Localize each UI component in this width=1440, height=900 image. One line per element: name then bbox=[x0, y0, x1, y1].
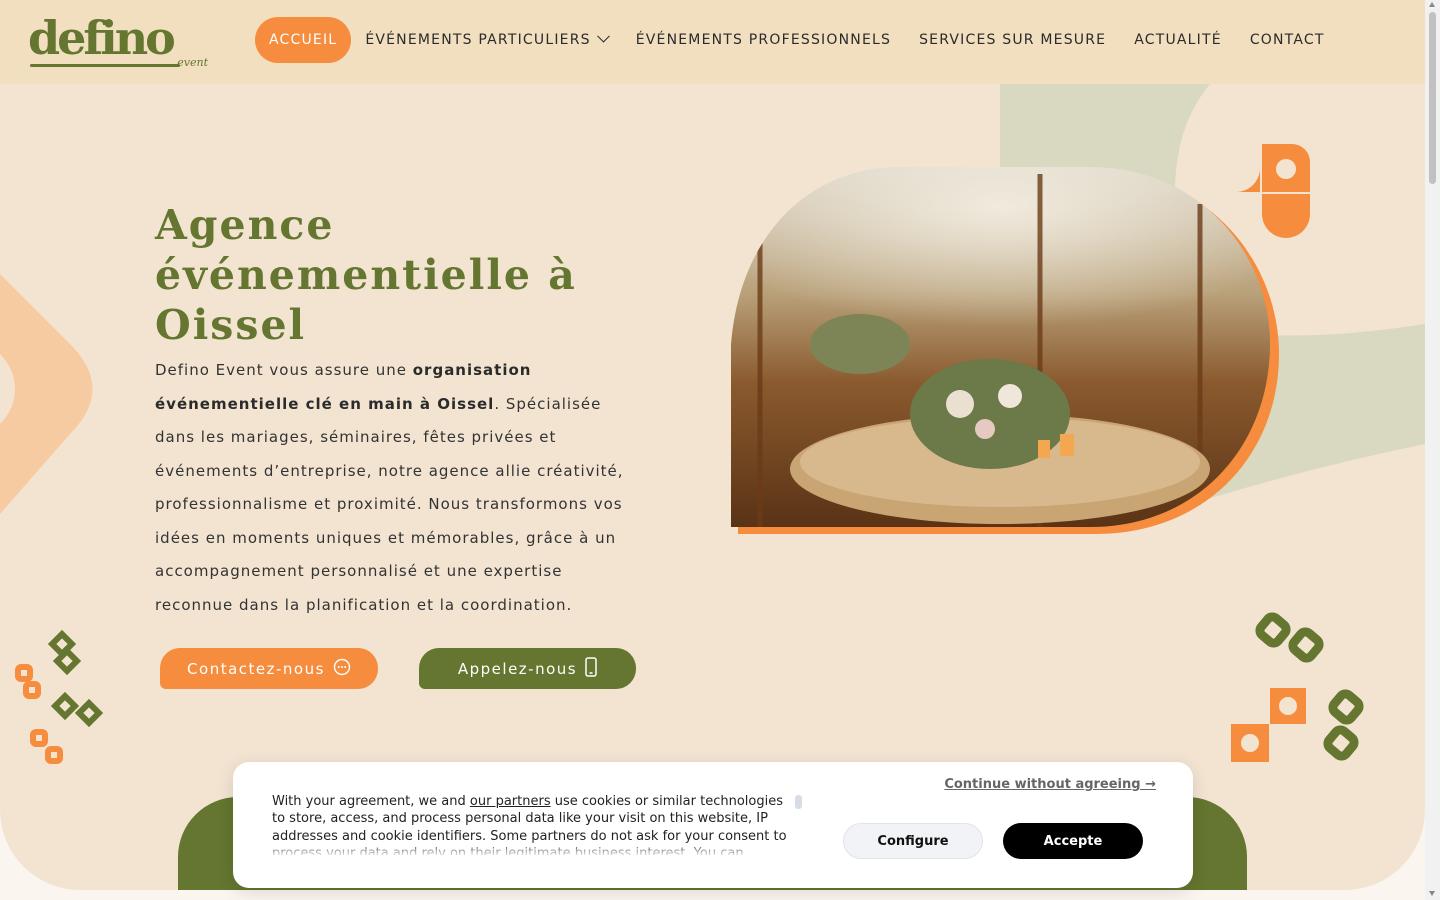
contact-button[interactable]: Contactez-nous bbox=[160, 648, 378, 689]
cookie-text-fade bbox=[272, 840, 802, 858]
right-orange-clusters bbox=[1231, 688, 1306, 762]
cookie-consent-banner: Continue without agreeing → With your ag… bbox=[233, 762, 1193, 888]
configure-button[interactable]: Configure bbox=[843, 823, 983, 859]
site-header: defino event ACCUEIL ÉVÉNEMENTS PARTICUL… bbox=[0, 0, 1425, 84]
call-button[interactable]: Appelez-nous bbox=[419, 648, 636, 689]
nav-actualite[interactable]: ACTUALITÉ bbox=[1134, 32, 1222, 48]
peach-corner-shape bbox=[0, 274, 93, 514]
scroll-down-arrow-icon[interactable] bbox=[1429, 891, 1435, 896]
chevron-down-icon bbox=[596, 29, 610, 43]
nav-evenements-particuliers[interactable]: ÉVÉNEMENTS PARTICULIERS bbox=[365, 29, 610, 48]
continue-without-agreeing-link[interactable]: Continue without agreeing → bbox=[944, 777, 1156, 792]
main-nav: ACCUEIL ÉVÉNEMENTS PARTICULIERS ÉVÉNEMEN… bbox=[255, 17, 1325, 63]
logo-wordmark: defino bbox=[28, 11, 176, 65]
page-scrollbar[interactable] bbox=[1425, 0, 1440, 900]
accept-button[interactable]: Accepte bbox=[1003, 823, 1143, 859]
scroll-up-arrow-icon[interactable] bbox=[1429, 2, 1435, 7]
chat-bubble-icon bbox=[333, 658, 351, 680]
logo-underline bbox=[30, 64, 180, 67]
clover-petal-1 bbox=[1212, 144, 1260, 192]
partners-link[interactable]: our partners bbox=[470, 794, 551, 809]
right-green-clusters bbox=[1255, 612, 1364, 761]
hero-description: Defino Event vous assure une organisatio… bbox=[155, 361, 624, 614]
logo[interactable]: defino event bbox=[28, 12, 210, 72]
nav-evenements-professionnels[interactable]: ÉVÉNEMENTS PROFESSIONNELS bbox=[636, 32, 891, 48]
scroll-thumb[interactable] bbox=[1429, 12, 1436, 184]
hero-title: Agence événementielle à Oissel bbox=[155, 201, 577, 349]
phone-icon bbox=[585, 656, 597, 681]
clover-petal-3 bbox=[1262, 194, 1310, 238]
nav-contact[interactable]: CONTACT bbox=[1250, 32, 1325, 48]
nav-accueil[interactable]: ACCUEIL bbox=[255, 17, 352, 63]
left-orange-clusters bbox=[15, 664, 63, 764]
nav-services-sur-mesure[interactable]: SERVICES SUR MESURE bbox=[919, 32, 1106, 48]
cookie-text-scrollbar[interactable] bbox=[795, 795, 802, 809]
logo-subtitle: event bbox=[177, 56, 208, 69]
left-green-clusters bbox=[47, 629, 104, 728]
hero-photo-dining-table bbox=[731, 167, 1270, 527]
